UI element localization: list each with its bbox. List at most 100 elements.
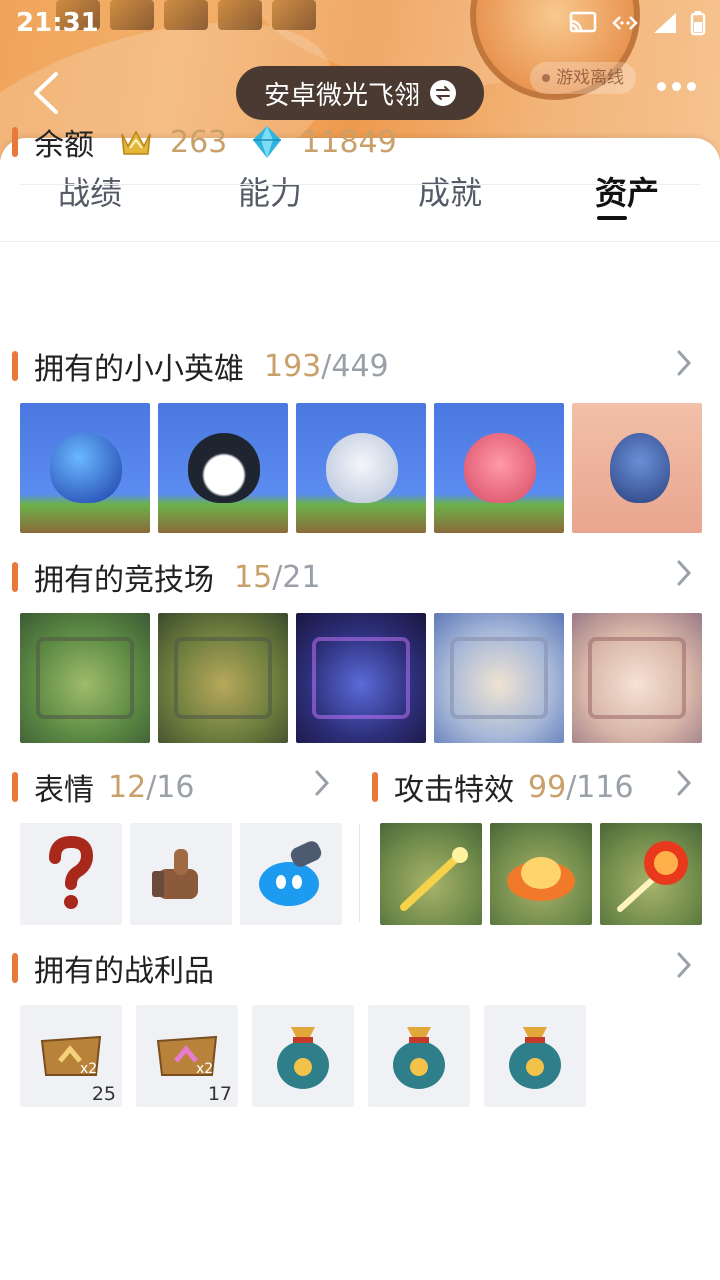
status-time: 21:31 xyxy=(16,8,99,38)
emote-thumbnail[interactable] xyxy=(20,823,122,925)
attack-effects-list xyxy=(380,823,702,925)
attack-effects-title: 攻击特效 xyxy=(394,773,514,808)
loot-section-title[interactable]: 拥有的战利品 xyxy=(12,946,214,990)
divider xyxy=(20,184,700,185)
status-dot xyxy=(542,74,550,82)
loot-list: x2 25 x2 17 xyxy=(20,1005,586,1107)
gold-balance: 263 xyxy=(170,124,228,160)
arenas-more-button[interactable] xyxy=(674,558,694,588)
loot-item[interactable]: x2 17 xyxy=(136,1005,238,1107)
loot-title: 拥有的战利品 xyxy=(34,954,214,989)
loot-item[interactable] xyxy=(484,1005,586,1107)
section-accent-bar xyxy=(12,772,18,802)
arena-board xyxy=(588,637,686,719)
more-dot-icon xyxy=(687,82,696,91)
penguin-creature xyxy=(188,433,260,503)
emotes-title: 表情 xyxy=(34,773,94,808)
emotes-total: /16 xyxy=(146,769,195,805)
svg-text:x2: x2 xyxy=(80,1061,97,1077)
attack-effects-count: 99/116 xyxy=(528,770,634,805)
arena-thumbnail[interactable] xyxy=(572,613,702,743)
arena-thumbnail[interactable] xyxy=(434,613,564,743)
gold-pass-icon: x2 xyxy=(40,1035,102,1077)
arenas-title: 拥有的竞技场 xyxy=(34,563,214,598)
arena-board xyxy=(174,637,272,719)
more-dot-icon xyxy=(657,82,666,91)
tab-assets[interactable]: 资产 xyxy=(595,168,659,214)
dragon-creature xyxy=(610,433,670,503)
offline-label: 游戏离线 xyxy=(556,68,624,88)
game-status-badge: 游戏离线 xyxy=(530,62,636,94)
chevron-right-icon xyxy=(677,350,692,376)
gem-balance: 11849 xyxy=(301,124,397,160)
tab-achievement[interactable]: 成就 xyxy=(418,168,482,214)
emotes-count: 12/16 xyxy=(108,770,194,805)
arena-thumbnail[interactable] xyxy=(158,613,288,743)
fire-burst-effect-icon xyxy=(507,857,575,901)
thumbs-up-icon xyxy=(152,849,198,899)
loot-bag-icon xyxy=(509,1027,561,1089)
tab-record[interactable]: 战绩 xyxy=(58,168,122,214)
status-bar: 21:31 xyxy=(0,0,720,48)
attack-effect-thumbnail[interactable] xyxy=(380,823,482,925)
cast-icon xyxy=(568,11,598,42)
section-accent-bar xyxy=(12,351,18,381)
hero-thumbnail[interactable] xyxy=(434,403,564,533)
pink-pass-icon: x2 xyxy=(156,1035,218,1077)
heroes-section-title[interactable]: 拥有的小小英雄 193/449 xyxy=(12,344,389,388)
chevron-right-icon xyxy=(677,770,692,796)
chevron-right-icon xyxy=(315,770,330,796)
arenas-section-title[interactable]: 拥有的竞技场 15/21 xyxy=(12,555,320,599)
golden-bolt-effect-icon xyxy=(400,847,468,911)
loot-item[interactable] xyxy=(368,1005,470,1107)
attack-effects-more-button[interactable] xyxy=(674,768,694,798)
section-accent-bar xyxy=(12,953,18,983)
emotes-list xyxy=(20,823,342,925)
data-sync-icon xyxy=(610,11,640,42)
account-switcher[interactable]: 安卓微光飞翎 xyxy=(236,66,484,120)
more-button[interactable] xyxy=(657,82,696,91)
emotes-owned: 12 xyxy=(108,769,147,805)
attack-effect-thumbnail[interactable] xyxy=(490,823,592,925)
heroes-title: 拥有的小小英雄 xyxy=(34,352,244,387)
section-accent-bar xyxy=(372,772,378,802)
loot-item[interactable]: x2 25 xyxy=(20,1005,122,1107)
emote-thumbnail[interactable] xyxy=(240,823,342,925)
battery-icon xyxy=(690,10,706,43)
loot-quantity: 17 xyxy=(207,1083,232,1105)
heroes-owned: 193 xyxy=(264,348,322,384)
loot-more-button[interactable] xyxy=(674,950,694,980)
loot-bag-icon xyxy=(277,1027,329,1089)
svg-text:x2: x2 xyxy=(196,1061,213,1077)
hero-thumbnail[interactable] xyxy=(296,403,426,533)
section-accent-bar xyxy=(12,562,18,592)
red-flame-effect-icon xyxy=(617,841,688,912)
heroes-count: 193/449 xyxy=(264,349,389,384)
question-mark-icon xyxy=(49,836,94,909)
heroes-total: /449 xyxy=(321,348,389,384)
arena-thumbnail[interactable] xyxy=(20,613,150,743)
arena-thumbnail[interactable] xyxy=(296,613,426,743)
heroes-more-button[interactable] xyxy=(674,348,694,378)
tab-ability[interactable]: 能力 xyxy=(238,168,302,214)
emote-thumbnail[interactable] xyxy=(130,823,232,925)
attack-effect-thumbnail[interactable] xyxy=(600,823,702,925)
hero-thumbnail[interactable] xyxy=(20,403,150,533)
attack-effects-total: /116 xyxy=(566,769,634,805)
arenas-owned: 15 xyxy=(234,559,273,595)
loot-quantity: 25 xyxy=(91,1083,116,1105)
attack-effects-section-title[interactable]: 攻击特效 99/116 xyxy=(372,765,634,809)
blue-blob-creature xyxy=(50,433,122,503)
gold-crown-icon xyxy=(121,130,151,155)
arenas-count: 15/21 xyxy=(234,560,320,595)
back-button[interactable] xyxy=(26,68,66,118)
emotes-more-button[interactable] xyxy=(312,768,332,798)
chevron-right-icon xyxy=(677,560,692,586)
swap-icon xyxy=(430,80,456,106)
hero-thumbnail[interactable] xyxy=(572,403,702,533)
heroes-list xyxy=(20,403,702,533)
loot-item[interactable] xyxy=(252,1005,354,1107)
white-tiger-creature xyxy=(326,433,398,503)
emotes-section-title[interactable]: 表情 12/16 xyxy=(12,765,194,809)
hero-thumbnail[interactable] xyxy=(158,403,288,533)
